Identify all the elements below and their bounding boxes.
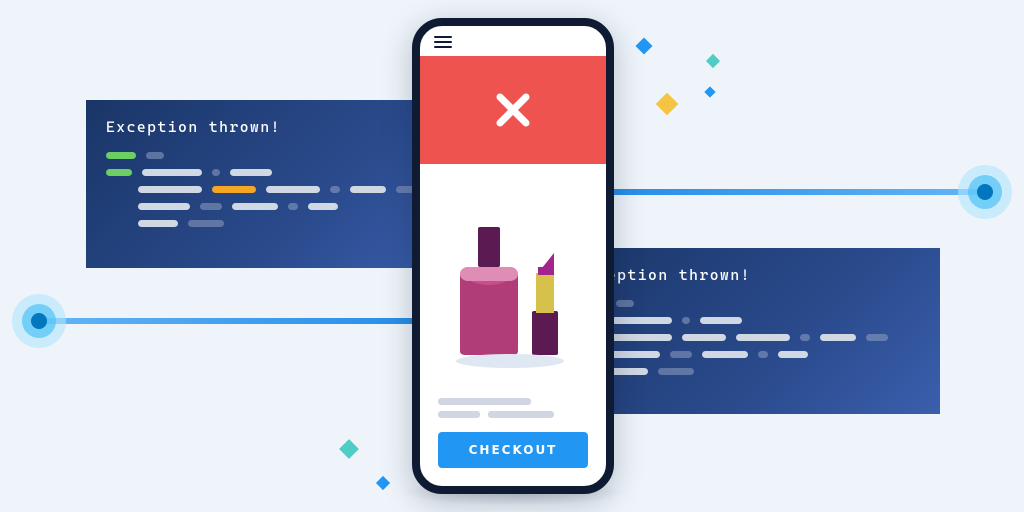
signal-line-top — [560, 189, 988, 195]
close-icon — [490, 87, 536, 133]
code-placeholder-lines — [576, 300, 920, 375]
product-image — [420, 164, 606, 398]
sparkle-icon — [704, 86, 715, 97]
phone-mockup: CHECKOUT — [412, 18, 614, 494]
phone-status-bar — [420, 26, 606, 56]
code-placeholder-lines — [106, 152, 450, 227]
exception-title: Exception thrown! — [576, 266, 920, 284]
pulse-node-bottom — [12, 294, 66, 348]
product-text-placeholder — [420, 398, 606, 422]
hamburger-icon[interactable] — [434, 36, 452, 48]
pulse-node-top — [958, 165, 1012, 219]
exception-title: Exception thrown! — [106, 118, 450, 136]
sparkle-icon — [636, 38, 653, 55]
sparkle-icon — [339, 439, 359, 459]
sparkle-icon — [376, 476, 390, 490]
checkout-button[interactable]: CHECKOUT — [438, 432, 588, 468]
sparkle-icon — [706, 54, 720, 68]
sparkle-icon — [656, 93, 679, 116]
error-banner — [420, 56, 606, 164]
signal-line-bottom — [36, 318, 466, 324]
